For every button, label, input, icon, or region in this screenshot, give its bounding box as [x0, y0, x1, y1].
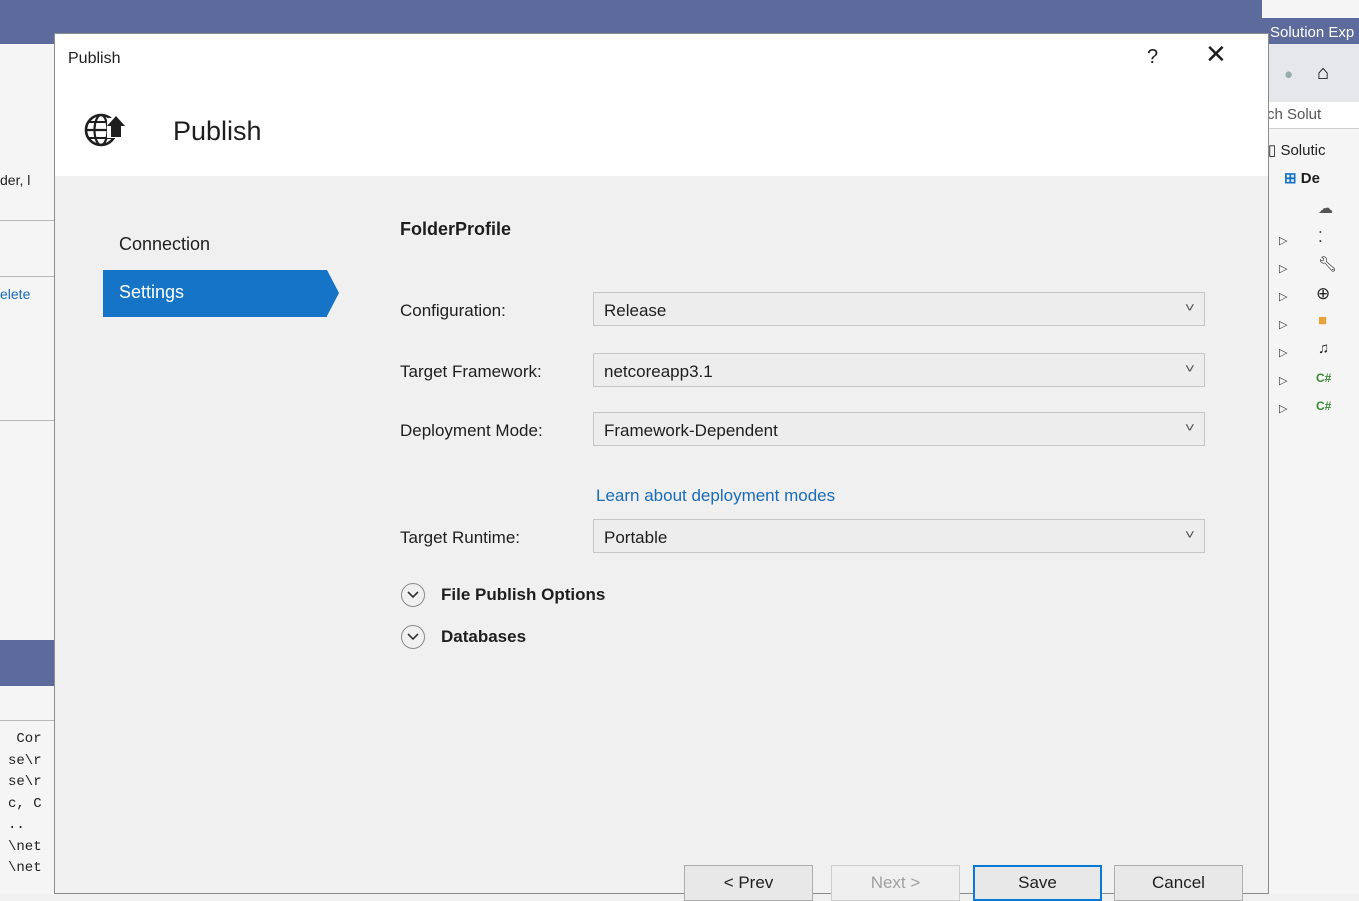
help-button[interactable]: ? — [1147, 46, 1158, 69]
dependencies-icon: ⁚ — [1318, 229, 1323, 246]
file-publish-options-expander[interactable]: File Publish Options — [400, 581, 700, 611]
branch-icon: ♫ — [1318, 340, 1330, 357]
background-editor-pane: der, l elete Cor se\r se\r c, C .. \net … — [0, 44, 54, 894]
expand-arrow-icon[interactable]: ▷ — [1279, 318, 1287, 331]
target-framework-label: Target Framework: — [400, 362, 542, 381]
nav-item-connection[interactable]: Connection — [103, 222, 327, 269]
solution-icon: ▯ — [1268, 142, 1277, 159]
solution-explorer-toolbar: ● ⌂ — [1262, 44, 1359, 102]
deployment-modes-link[interactable]: Learn about deployment modes — [596, 486, 835, 506]
expand-arrow-icon[interactable]: ▷ — [1279, 262, 1287, 275]
project-node[interactable]: ⊞ De — [1284, 169, 1320, 187]
header-title: Publish — [173, 116, 262, 146]
csharp-icon: C# — [1316, 399, 1332, 413]
background-text: der, l — [0, 172, 31, 188]
configuration-select[interactable]: Release ˅ — [593, 292, 1205, 326]
expand-circle-icon — [401, 583, 425, 607]
solution-node[interactable]: ▯ Solutic — [1268, 141, 1325, 159]
target-framework-row: Target Framework: netcoreapp3.1 ˅ — [400, 353, 1230, 389]
publish-globe-icon — [84, 113, 125, 147]
solution-explorer-title: Solution Exp — [1270, 24, 1355, 41]
profile-name: FolderProfile — [400, 219, 512, 239]
cloud-icon: ☁ — [1318, 200, 1333, 217]
cancel-button[interactable]: Cancel — [1114, 865, 1243, 901]
expander-label: File Publish Options — [441, 585, 606, 604]
next-button[interactable]: Next > — [831, 865, 960, 901]
solution-search-input[interactable]: rch Solut — [1262, 102, 1359, 129]
target-runtime-label: Target Runtime: — [400, 528, 520, 547]
divider — [0, 220, 54, 221]
folder-icon: ■ — [1318, 312, 1328, 329]
dialog-header: Publish — [55, 80, 1268, 176]
configuration-label: Configuration: — [400, 301, 506, 320]
target-runtime-select[interactable]: Portable ˅ — [593, 519, 1205, 553]
expand-arrow-icon[interactable]: ▷ — [1279, 290, 1287, 303]
dialog-title-bar: Publish ? ✕ — [55, 34, 1268, 80]
configuration-row: Configuration: Release ˅ — [400, 292, 1230, 328]
expand-arrow-icon[interactable]: ▷ — [1279, 346, 1287, 359]
divider — [0, 276, 54, 277]
target-runtime-row: Target Runtime: Portable ˅ — [400, 519, 1230, 555]
publish-nav: Connection Settings — [103, 222, 339, 317]
home-icon[interactable]: ⌂ — [1317, 62, 1329, 85]
deployment-mode-select[interactable]: Framework-Dependent ˅ — [593, 412, 1205, 446]
wrench-icon: 🔧︎ — [1318, 256, 1338, 273]
csharp-icon: C# — [1316, 371, 1332, 385]
output-panel-header — [0, 640, 54, 686]
divider — [0, 720, 54, 721]
nav-item-label: Settings — [119, 282, 185, 302]
deployment-mode-label: Deployment Mode: — [400, 421, 543, 440]
target-framework-value: netcoreapp3.1 — [604, 362, 713, 381]
dialog-title: Publish — [68, 50, 121, 67]
web-project-icon: ⊞ — [1284, 170, 1297, 187]
deployment-mode-row: Deployment Mode: Framework-Dependent ˅ — [400, 412, 1230, 448]
configuration-value: Release — [604, 301, 667, 320]
target-framework-select[interactable]: netcoreapp3.1 ˅ — [593, 353, 1205, 387]
divider — [0, 420, 54, 421]
forward-icon[interactable]: ● — [1284, 66, 1293, 83]
chevron-down-icon: ˅ — [1185, 527, 1196, 542]
chevron-down-icon: ˅ — [1185, 420, 1196, 435]
expand-arrow-icon[interactable]: ▷ — [1279, 374, 1287, 387]
chevron-down-icon: ˅ — [1185, 300, 1196, 315]
databases-expander[interactable]: Databases — [400, 623, 700, 653]
expander-label: Databases — [441, 627, 527, 646]
expand-arrow-icon[interactable]: ▷ — [1279, 402, 1287, 415]
publish-dialog: Publish ? ✕ Publish Connection Settings … — [54, 33, 1269, 901]
chevron-down-icon: ˅ — [1185, 361, 1196, 376]
nav-item-settings[interactable]: Settings — [103, 270, 339, 317]
expand-arrow-icon[interactable]: ▷ — [1279, 234, 1287, 247]
target-runtime-value: Portable — [604, 528, 668, 547]
expand-circle-icon — [401, 625, 425, 649]
solution-explorer: Solution Exp ● ⌂ rch Solut ▯ Solutic ⊞ D… — [1262, 0, 1359, 894]
globe-icon: ⊕ — [1316, 284, 1331, 303]
prev-button[interactable]: < Prev — [684, 865, 813, 901]
save-button[interactable]: Save — [973, 865, 1102, 901]
deployment-mode-value: Framework-Dependent — [604, 421, 778, 440]
background-link[interactable]: elete — [0, 286, 30, 302]
output-text: Cor se\r se\r c, C .. \net \net — [8, 731, 42, 876]
nav-item-label: Connection — [119, 234, 211, 254]
close-button[interactable]: ✕ — [1205, 39, 1227, 70]
